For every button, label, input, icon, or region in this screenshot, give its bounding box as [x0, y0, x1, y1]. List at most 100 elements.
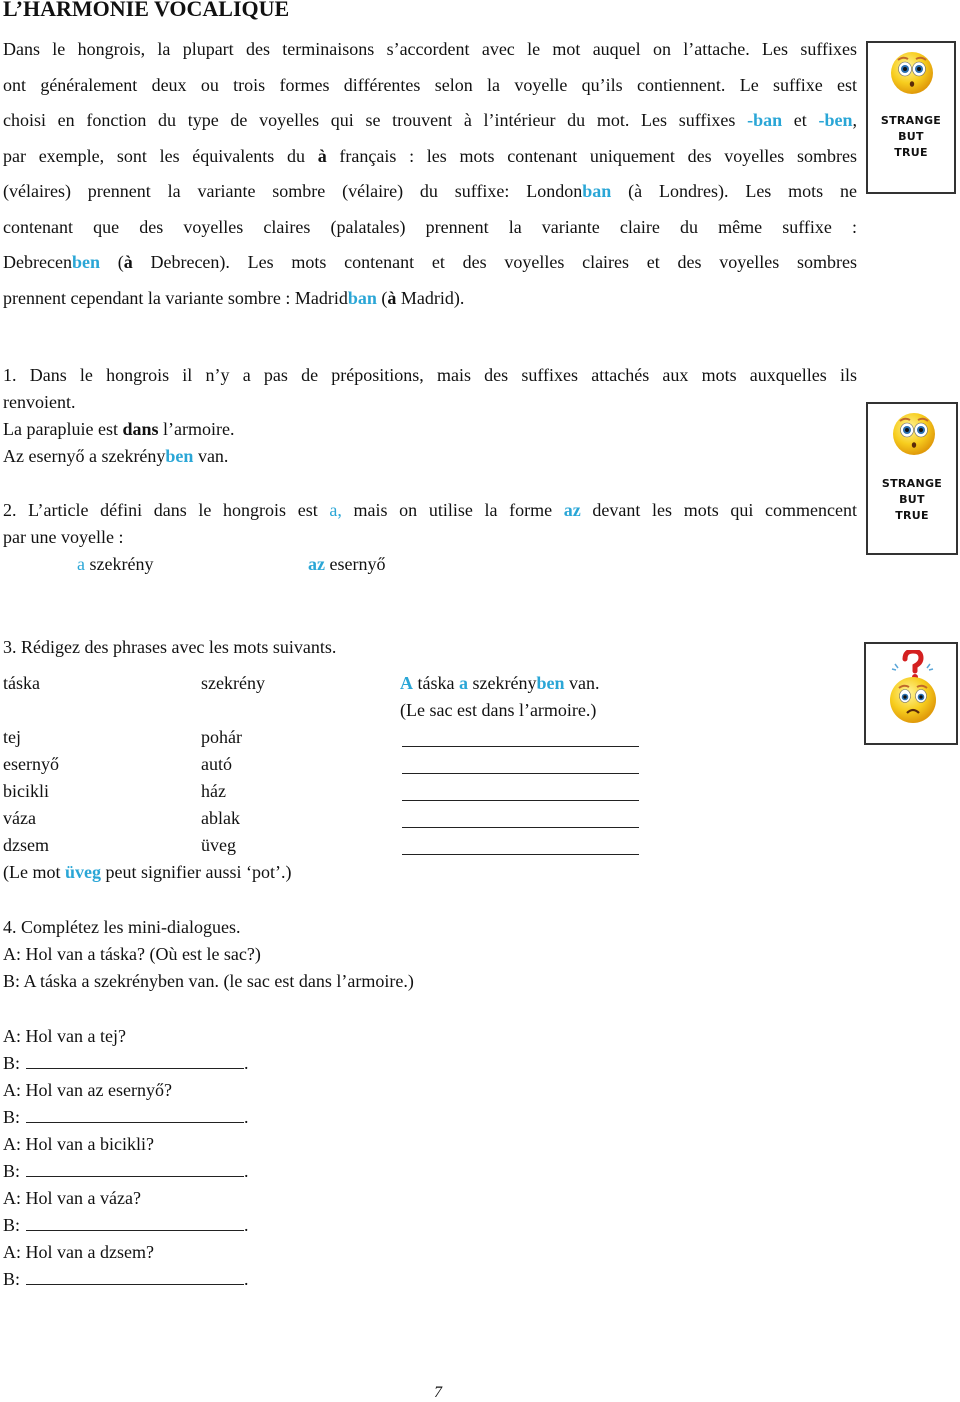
answer-blank[interactable] [402, 827, 639, 828]
word-2: üveg [201, 835, 236, 855]
section-1-line: 1. Dans le hongrois il n’y a pas de prép… [3, 365, 857, 385]
badge-caption: STRANGE BUT TRUE [868, 113, 954, 161]
table-row: táska szekrény A táska a szekrényben van… [3, 670, 703, 697]
text: mais on utilise la forme [341, 500, 564, 520]
text: contenant que des voyelles claires (pala… [3, 216, 857, 237]
text: par exemple, sont les équivalents du [3, 145, 318, 166]
article-highlight: az [308, 554, 325, 574]
paragraph-line: choisi en fonction du type de voyelles q… [3, 103, 857, 139]
answer-blank[interactable] [26, 1158, 245, 1177]
dialogue-question: A: Hol van az esernyő? [3, 1080, 172, 1100]
dialogue-answer: B:. [3, 1050, 249, 1077]
surprised-face-icon [891, 52, 933, 94]
text: van. [564, 673, 600, 693]
text: Debrecen [3, 252, 72, 272]
suffix-highlight: ben [165, 446, 194, 466]
caption-line: BUT [898, 130, 924, 143]
punctuation: . [244, 1107, 249, 1127]
intro-paragraph: Dans le hongrois, la plupart des termina… [3, 32, 857, 316]
text: et [782, 110, 819, 130]
emphasis: à [317, 145, 327, 166]
word-1: esernyő [3, 754, 59, 774]
caption-line: TRUE [894, 146, 928, 159]
suffix-highlight: ban [347, 287, 377, 308]
answer-blank[interactable] [26, 1050, 245, 1069]
text: (Le mot [3, 862, 65, 882]
dialogue-question: A: Hol van a bicikli? [3, 1134, 154, 1154]
paragraph-line: (vélaires) prennent la variante sombre (… [3, 174, 857, 210]
article-highlight: az [563, 500, 581, 520]
speaker-label: B: [3, 1269, 21, 1289]
strange-but-true-badge: STRANGE BUT TRUE [866, 402, 958, 555]
punctuation: . [244, 1161, 249, 1181]
word-1: tej [3, 727, 21, 747]
example-az: az esernyő [308, 551, 385, 578]
dialogue-list: A: Hol van a tej? B:. A: Hol van az eserny… [3, 1023, 249, 1293]
suffix-highlight: ben [536, 673, 565, 693]
speaker-label: B: [3, 1215, 21, 1235]
text: ( [376, 287, 388, 308]
punctuation: . [244, 1053, 249, 1073]
text: français : les mots contenant uniquement… [326, 145, 857, 166]
caption-line: BUT [899, 493, 925, 506]
suffix-highlight: ban [582, 181, 612, 201]
table-row: tej pohár [3, 724, 703, 751]
emphasis: à [123, 252, 133, 272]
answer-blank[interactable] [26, 1104, 245, 1123]
example-sentence: A táska a szekrényben van. [400, 670, 599, 697]
section-4-heading: 4. Complétez les mini-dialogues. [3, 917, 241, 937]
article-highlight: a [77, 554, 85, 574]
answer-blank[interactable] [26, 1266, 245, 1285]
word-highlight: üveg [64, 862, 101, 882]
punctuation: . [244, 1269, 249, 1289]
section-3-heading: 3. Rédigez des phrases avec les mots sui… [3, 637, 337, 657]
answer-blank[interactable] [402, 773, 639, 774]
suffix-highlight: ben [71, 252, 100, 272]
text: ont généralement deux ou trois formes di… [3, 74, 857, 95]
example-hungarian: Az esernyő a szekrényben van. [3, 443, 857, 470]
dialogue-example-answer: B: A táska a szekrényben van. (le sac es… [3, 971, 414, 991]
word-1: váza [3, 808, 36, 828]
word-1: táska [3, 673, 40, 693]
suffix-highlight: -ben [818, 110, 853, 130]
answer-blank[interactable] [402, 746, 639, 747]
paragraph-line: Debrecenben (à Debrecen). Les mots conte… [3, 245, 857, 281]
text: Dans le hongrois, la plupart des termina… [3, 39, 857, 59]
caption-line: STRANGE [881, 477, 943, 490]
article-highlight: A [400, 673, 413, 693]
answer-blank[interactable] [402, 854, 639, 855]
text: peut signifier aussi ‘pot’.) [100, 862, 292, 882]
table-row: dzsem üveg [3, 832, 703, 859]
note: (Le mot üveg peut signifier aussi ‘pot’.… [3, 859, 703, 886]
word-2: autó [201, 754, 232, 774]
caption-line: TRUE [895, 509, 929, 522]
text: devant les mots qui commencent [580, 500, 857, 520]
answer-blank[interactable] [402, 800, 639, 801]
dialogue-question: A: Hol van a dzsem? [3, 1242, 154, 1262]
surprised-face-icon [893, 413, 935, 455]
page-title: L’HARMONIE VOCALIQUE [3, 0, 290, 21]
text: Madrid). [396, 287, 465, 308]
word-2: ablak [201, 808, 240, 828]
text: l’armoire. [158, 419, 235, 439]
text: choisi en fonction du type de voyelles q… [3, 110, 748, 130]
word-table: táska szekrény A táska a szekrényben van… [3, 670, 703, 886]
section-2: 2. L’article défini dans le hongrois est… [3, 497, 857, 578]
text: ( [99, 252, 124, 272]
punctuation: . [244, 1215, 249, 1235]
section-2-line: par une voyelle : [3, 527, 124, 547]
word-2: ház [201, 781, 226, 801]
text: Az esernyő a szekrény [3, 446, 166, 466]
section-1-line: renvoient. [3, 392, 76, 412]
confused-face-badge [864, 642, 958, 745]
answer-blank[interactable] [26, 1212, 245, 1231]
dialogue-answer: B:. [3, 1104, 249, 1131]
text: La parapluie est [3, 419, 123, 439]
speaker-label: B: [3, 1161, 21, 1181]
paragraph-line: prennent cependant la variante sombre : … [3, 281, 857, 317]
table-row: váza ablak [3, 805, 703, 832]
example-french: La parapluie est dans l’armoire. [3, 416, 857, 443]
table-row: esernyő autó [3, 751, 703, 778]
dialogue-question: A: Hol van a váza? [3, 1188, 141, 1208]
text: szekrény [467, 673, 537, 693]
